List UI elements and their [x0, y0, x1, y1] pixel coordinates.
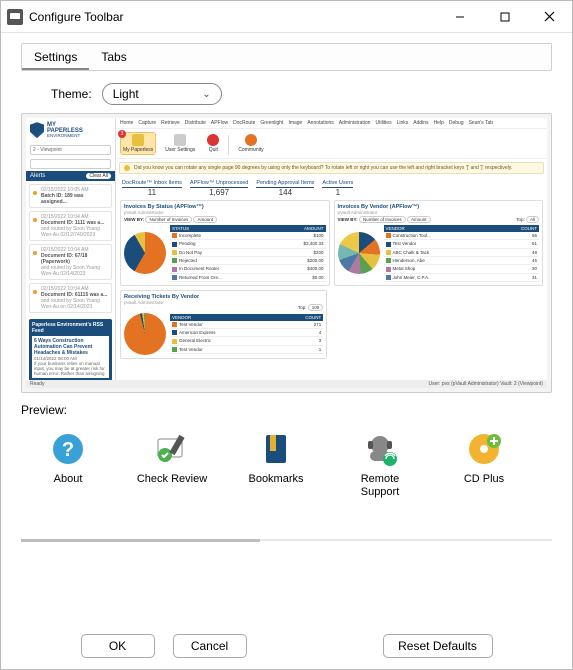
app-ribbon: 3 My Paperless User Settings Quit [116, 129, 547, 159]
preview-label: Preview: [21, 403, 552, 417]
quit-icon [207, 134, 219, 146]
pie-chart-vendor [338, 232, 380, 274]
horizontal-scrollbar[interactable] [21, 539, 552, 541]
alert-card[interactable]: 02/15/2022 10:05 AMBatch ID: 189 was ass… [29, 184, 112, 208]
app-icon [7, 9, 23, 25]
bookmarks-icon [258, 431, 294, 467]
kpi: DocRoute™ Inbox Items11 [122, 180, 182, 197]
menu-item[interactable]: Distribute [185, 120, 206, 126]
menu-item[interactable]: APFlow [211, 120, 228, 126]
check-review-icon [154, 431, 190, 467]
pie-chart-tickets [124, 313, 166, 355]
menu-item[interactable]: Capture [138, 120, 156, 126]
theme-select[interactable]: Light ⌄ [102, 83, 222, 105]
widget-receiving-tickets: Receiving Tickets By Vendor pVault Admin… [120, 290, 327, 359]
menu-item[interactable]: Help [434, 120, 444, 126]
community-icon [245, 134, 257, 146]
app-logo: MY PAPERLESS ENVIRONMENT [26, 118, 115, 143]
kpi-row: DocRoute™ Inbox Items11 APFlow™ Unprocess… [116, 177, 547, 200]
notification-badge: 3 [118, 130, 126, 138]
minimize-button[interactable] [437, 1, 482, 32]
menu-item[interactable]: Image [288, 120, 302, 126]
pie-chart-status [124, 232, 166, 274]
kpi: Active Users1 [322, 180, 353, 197]
clear-all-button[interactable]: Clear All [86, 173, 111, 179]
menu-item[interactable]: Addins [413, 120, 428, 126]
menu-item[interactable]: DocRoute [233, 120, 255, 126]
gear-icon [174, 134, 186, 146]
chevron-down-icon: ⌄ [202, 89, 210, 100]
menu-item[interactable]: Links [397, 120, 409, 126]
kpi: APFlow™ Unprocessed1,697 [190, 180, 248, 197]
tabs-bar: Settings Tabs [21, 43, 552, 71]
scrollbar-thumb[interactable] [21, 539, 260, 542]
reset-defaults-button[interactable]: Reset Defaults [383, 634, 493, 658]
tip-bar: Did you know you can rotate any single p… [119, 162, 544, 174]
menu-item[interactable]: Retrieve [161, 120, 180, 126]
status-bar: Ready User: pvs (pVault Administrator) V… [26, 380, 547, 388]
widget-invoices-status: Invoices By Status (APFlow™) pVault Admi… [120, 200, 330, 286]
cancel-button[interactable]: Cancel [173, 634, 247, 658]
toolbar-item-check-review[interactable]: Check Review [135, 431, 209, 499]
alert-card[interactable]: 02/15/2022 10:04 AMDocument ID: 1111 was… [29, 211, 112, 241]
menu-item[interactable]: Greenlight [260, 120, 283, 126]
search-input[interactable] [30, 159, 111, 169]
close-button[interactable] [527, 1, 572, 32]
about-icon: ? [50, 431, 86, 467]
tab-tabs[interactable]: Tabs [89, 44, 138, 70]
toolbar-item-remote-support[interactable]: Remote Support [343, 431, 417, 499]
rss-card: Paperless Environment's RSS Feed 6 Ways … [29, 319, 112, 381]
widget-invoices-vendor: Invoices By Vendor (APFlow™) pVault Admi… [334, 200, 544, 286]
menu-item[interactable]: Debug [449, 120, 464, 126]
ribbon-quit[interactable]: Quit [204, 132, 222, 155]
alert-card[interactable]: 02/15/2022 10:04 AMDocument ID: 61115 wa… [29, 283, 112, 313]
kpi: Pending Approval Items144 [256, 180, 314, 197]
vault-selector[interactable]: 2 - Viewpoint [30, 145, 111, 155]
menu-item[interactable]: Sean's Tab [469, 120, 494, 126]
svg-text:?: ? [62, 439, 74, 461]
menu-item[interactable]: Annotations [307, 120, 333, 126]
alerts-header: Alerts Clear All [26, 171, 115, 181]
window-title: Configure Toolbar [29, 10, 124, 24]
menu-item[interactable]: Administration [339, 120, 371, 126]
theme-label: Theme: [51, 87, 92, 101]
dialog-footer: OK Cancel Reset Defaults [0, 634, 573, 658]
remote-support-icon [362, 431, 398, 467]
cd-plus-icon [466, 431, 502, 467]
bulb-icon [124, 165, 130, 171]
theme-value: Light [113, 87, 139, 101]
toolbar-preview-row: ? About Check Review Bookmarks Remote Su… [21, 417, 552, 499]
ok-button[interactable]: OK [81, 634, 155, 658]
shield-icon [30, 122, 44, 138]
toolbar-item-about[interactable]: ? About [31, 431, 105, 499]
menu-item[interactable]: Utilities [375, 120, 391, 126]
titlebar: Configure Toolbar [1, 1, 572, 33]
app-menu: Home Capture Retrieve Distribute APFlow DocRo… [116, 118, 547, 129]
toolbar-item-cd-plus[interactable]: CD Plus [447, 431, 521, 499]
menu-item[interactable]: Home [120, 120, 133, 126]
ribbon-community[interactable]: Community [235, 132, 266, 155]
tab-settings[interactable]: Settings [22, 44, 89, 70]
ribbon-user-settings[interactable]: User Settings [162, 132, 198, 155]
alert-card[interactable]: 02/15/2022 10:04 AMDocument ID: 67/18 (P… [29, 244, 112, 280]
toolbar-item-bookmarks[interactable]: Bookmarks [239, 431, 313, 499]
maximize-button[interactable] [482, 1, 527, 32]
ribbon-my-paperless[interactable]: 3 My Paperless [120, 132, 156, 155]
theme-preview-box: MY PAPERLESS ENVIRONMENT 2 - Viewpoint A… [21, 113, 552, 393]
home-icon [132, 134, 144, 146]
